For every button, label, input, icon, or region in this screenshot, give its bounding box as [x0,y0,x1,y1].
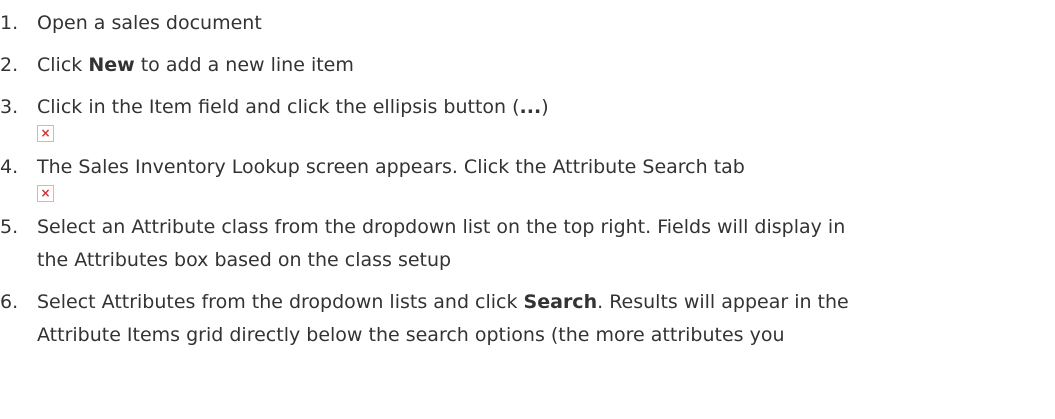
step-text-line: Attribute Items grid directly below the … [37,324,785,346]
broken-image-glyph: × [40,126,51,140]
step-number: 6. [0,291,19,313]
broken-image-icon: × [37,185,54,202]
step-text-line: Select an Attribute class from the dropd… [37,216,846,238]
step-number: 2. [0,54,19,76]
broken-image-icon: × [37,125,54,142]
broken-image-glyph: × [40,186,51,200]
step-text-part: Click [37,54,89,76]
new-keyword: New [88,54,135,76]
step-text-part: Click in the Item field and click the el… [37,96,520,118]
instruction-list: 1. Open a sales document 2. Click New to… [0,7,1055,352]
step-text-part: . Results will appear in the [597,291,849,313]
step-text: Select Attributes from the dropdown list… [37,286,1055,352]
search-keyword: Search [523,291,598,313]
step-text: The Sales Inventory Lookup screen appear… [37,156,745,178]
step-text-part: ) [541,96,549,118]
step-number: 3. [0,96,19,118]
step-number: 1. [0,12,19,34]
step-text: Click New to add a new line item [37,54,354,76]
step-3: 3. Click in the Item field and click the… [0,91,1055,142]
step-6: 6. Select Attributes from the dropdown l… [0,286,1055,352]
step-text-line: the Attributes box based on the class se… [37,249,452,271]
step-text-part: Select Attributes from the dropdown list… [37,291,524,313]
step-text: Select an Attribute class from the dropd… [37,211,1055,277]
step-text: Open a sales document [37,12,262,34]
step-text-line: Select Attributes from the dropdown list… [37,286,1055,319]
step-5: 5. Select an Attribute class from the dr… [0,211,1055,277]
step-2: 2. Click New to add a new line item [0,49,1055,82]
step-number: 4. [0,156,19,178]
ellipsis-keyword: ... [519,96,542,118]
step-number: 5. [0,216,19,238]
step-1: 1. Open a sales document [0,7,1055,40]
step-text: Click in the Item field and click the el… [37,96,549,118]
step-text-part: to add a new line item [134,54,354,76]
step-4: 4. The Sales Inventory Lookup screen app… [0,151,1055,202]
